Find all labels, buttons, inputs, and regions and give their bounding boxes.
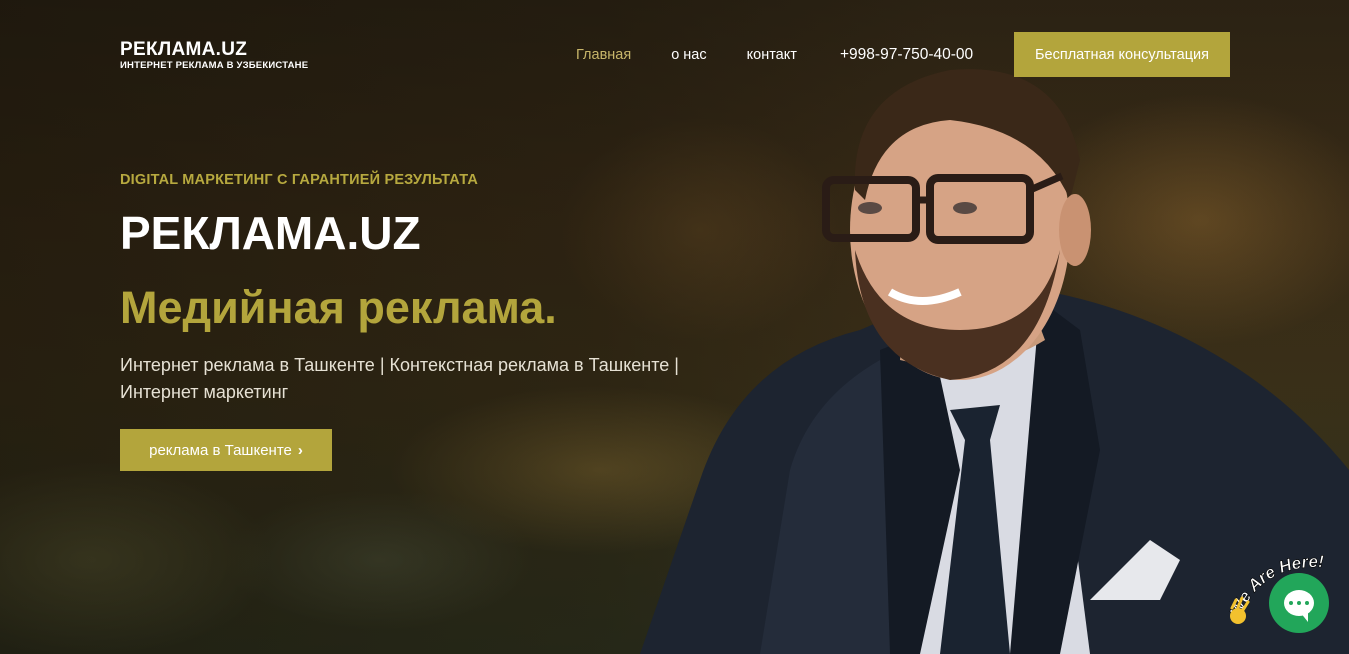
- advertising-tashkent-button[interactable]: реклама в Ташкенте ›: [120, 429, 332, 471]
- nav-contact-link[interactable]: контакт: [747, 46, 797, 64]
- chat-bubble-icon: [1284, 590, 1314, 622]
- hero-subtitle: Медийная реклама.: [120, 282, 557, 333]
- main-nav: Главная о нас контакт +998-97-750-40-00: [576, 46, 973, 64]
- site-logo[interactable]: РЕКЛАМА.UZ ИНТЕРНЕТ РЕКЛАМА В УЗБЕКИСТАН…: [120, 39, 309, 72]
- logo-subtitle: ИНТЕРНЕТ РЕКЛАМА В УЗБЕКИСТАНЕ: [120, 60, 309, 71]
- advertising-tashkent-button-label: реклама в Ташкенте: [149, 441, 292, 459]
- hero-eyebrow: DIGITAL МАРКЕТИНГ С ГАРАНТИЕЙ РЕЗУЛЬТАТА: [120, 172, 479, 188]
- nav-phone-link[interactable]: +998-97-750-40-00: [840, 46, 1000, 64]
- logo-title: РЕКЛАМА.UZ: [120, 39, 248, 60]
- hero-section: РЕКЛАМА.UZ ИНТЕРНЕТ РЕКЛАМА В УЗБЕКИСТАН…: [0, 0, 1349, 654]
- hero-title: РЕКЛАМА.UZ: [120, 207, 421, 259]
- chevron-right-icon: ›: [297, 441, 303, 459]
- hero-description: Интернет реклама в Ташкенте | Контекстна…: [120, 355, 679, 402]
- free-consultation-button[interactable]: Бесплатная консультация: [1014, 32, 1230, 77]
- nav-home-link[interactable]: Главная: [576, 46, 631, 64]
- nav-about-link[interactable]: о нас: [671, 46, 706, 64]
- chat-button[interactable]: [1269, 573, 1329, 633]
